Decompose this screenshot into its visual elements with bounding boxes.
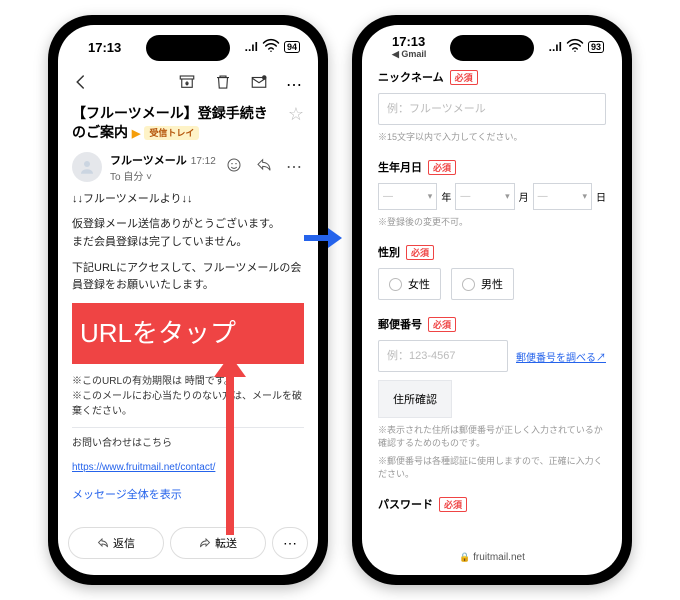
mark-unread-icon[interactable] bbox=[250, 73, 268, 96]
battery-icon: 94 bbox=[284, 41, 300, 53]
nickname-section: ニックネーム 必須 ※15文字以内で入力してください。 bbox=[378, 69, 606, 143]
more-icon-sender[interactable]: ⋯ bbox=[286, 157, 304, 178]
required-badge: 必須 bbox=[406, 245, 434, 260]
day-unit: 日 bbox=[596, 189, 606, 204]
address-confirm-button[interactable]: 住所確認 bbox=[378, 380, 452, 418]
year-unit: 年 bbox=[441, 189, 451, 204]
url-text: fruitmail.net bbox=[473, 552, 525, 563]
reply-label: 返信 bbox=[113, 535, 135, 551]
more-icon[interactable]: ⋯ bbox=[286, 75, 304, 95]
month-unit: 月 bbox=[519, 189, 529, 204]
sender-time: 17:12 bbox=[191, 156, 216, 167]
required-badge: 必須 bbox=[428, 160, 456, 175]
nickname-label: ニックネーム bbox=[378, 69, 444, 85]
sender-name: フルーツメール bbox=[110, 155, 187, 167]
radio-icon bbox=[462, 278, 475, 291]
status-time: 17:13 bbox=[392, 35, 425, 48]
forward-label: 転送 bbox=[215, 535, 237, 551]
divider bbox=[72, 427, 304, 428]
birth-day-select[interactable]: —▾ bbox=[533, 183, 592, 210]
nickname-hint: ※15文字以内で入力してください。 bbox=[378, 130, 606, 143]
reply-bar: 返信 転送 ⋯ bbox=[58, 521, 318, 565]
avatar[interactable] bbox=[72, 152, 102, 182]
contact-link[interactable]: https://www.fruitmail.net/contact/ bbox=[72, 462, 215, 473]
body-p3: 下記URLにアクセスして、フルーツメールの会員登録をお願いいたします。 bbox=[72, 260, 304, 295]
forward-button[interactable]: 転送 bbox=[170, 527, 266, 559]
trash-icon[interactable] bbox=[214, 73, 232, 96]
reply-icon[interactable] bbox=[256, 157, 272, 178]
notch bbox=[146, 35, 230, 61]
zip-hint1: ※表示された住所は郵便番号が正しく入力されているか確認するためのものです。 bbox=[378, 423, 606, 449]
wifi-icon bbox=[262, 37, 280, 58]
status-time: 17:13 bbox=[88, 40, 121, 55]
zip-hint2: ※郵便番号は各種認証に使用しますので、正確に入力ください。 bbox=[378, 454, 606, 480]
sender-row: フルーツメール 17:12 To 自分 ˅ ⋯ bbox=[58, 148, 318, 191]
birth-hint: ※登録後の変更不可。 bbox=[378, 215, 606, 228]
notch bbox=[450, 35, 534, 61]
gender-male-radio[interactable]: 男性 bbox=[451, 268, 514, 300]
archive-icon[interactable] bbox=[178, 73, 196, 96]
external-icon: ↗ bbox=[596, 353, 606, 364]
required-badge: 必須 bbox=[428, 317, 456, 332]
male-label: 男性 bbox=[481, 276, 503, 292]
zip-input[interactable] bbox=[378, 340, 508, 372]
nickname-input[interactable] bbox=[378, 93, 606, 125]
phone-right: 17:13 ◀ Gmail ..ıl 93 ニックネーム 必須 ※15文字以内で… bbox=[352, 15, 632, 585]
gmail-toolbar: ⋯ bbox=[58, 69, 318, 102]
sender-to[interactable]: To 自分 ˅ bbox=[110, 168, 218, 183]
gender-label: 性別 bbox=[378, 244, 400, 260]
wifi-icon bbox=[566, 37, 584, 58]
reply-button[interactable]: 返信 bbox=[68, 527, 164, 559]
battery-icon: 93 bbox=[588, 41, 604, 53]
birth-year-select[interactable]: —▾ bbox=[378, 183, 437, 210]
signal-icon: ..ıl bbox=[245, 40, 258, 54]
back-to-gmail[interactable]: ◀ Gmail bbox=[392, 50, 426, 59]
gender-female-radio[interactable]: 女性 bbox=[378, 268, 441, 300]
step-arrow-icon bbox=[304, 228, 342, 248]
female-label: 女性 bbox=[408, 276, 430, 292]
inbox-badge[interactable]: 受信トレイ bbox=[144, 126, 199, 140]
url-tap-highlight[interactable]: URLをタップ bbox=[72, 303, 304, 365]
back-icon[interactable] bbox=[72, 73, 90, 96]
more-actions-button[interactable]: ⋯ bbox=[272, 527, 308, 559]
password-section: パスワード 必須 bbox=[378, 496, 606, 512]
required-badge: 必須 bbox=[439, 497, 467, 512]
phone-left: 17:13 ..ıl 94 bbox=[48, 15, 328, 585]
note1: ※このURLの有効期限は 時間です。 bbox=[72, 376, 234, 387]
email-subject: 【フルーツメール】登録手続きのご案内 ▶受信トレイ bbox=[72, 104, 280, 142]
zip-lookup-link[interactable]: 郵便番号を調べる↗ bbox=[516, 349, 606, 364]
password-label: パスワード bbox=[378, 496, 433, 512]
radio-icon bbox=[389, 278, 402, 291]
contact-label: お問い合わせはこちら bbox=[72, 436, 304, 451]
zip-section: 郵便番号 必須 郵便番号を調べる↗ 住所確認 ※表示された住所は郵便番号が正しく… bbox=[378, 316, 606, 480]
phone-left-screen: 17:13 ..ıl 94 bbox=[58, 25, 318, 575]
show-all-link[interactable]: メッセージ全体を表示 bbox=[72, 487, 182, 505]
zip-label: 郵便番号 bbox=[378, 316, 422, 332]
body-p1: 仮登録メール送信ありがとうございます。 bbox=[72, 218, 280, 230]
signal-icon: ..ıl bbox=[549, 40, 562, 54]
star-icon[interactable]: ☆ bbox=[288, 104, 304, 125]
body-greeting: ↓↓フルーツメールより↓↓ bbox=[72, 191, 304, 209]
body-p2: まだ会員登録は完了していません。 bbox=[72, 236, 247, 248]
birth-label: 生年月日 bbox=[378, 159, 422, 175]
note2: ※このメールにお心当たりのない方は、メールを破棄ください。 bbox=[72, 391, 302, 417]
gender-section: 性別 必須 女性 男性 bbox=[378, 244, 606, 300]
birth-section: 生年月日 必須 —▾ 年 —▾ 月 —▾ 日 ※登録後の変更不可。 bbox=[378, 159, 606, 228]
browser-url-bar[interactable]: 🔒 fruitmail.net bbox=[372, 548, 612, 567]
registration-form: ニックネーム 必須 ※15文字以内で入力してください。 生年月日 必須 —▾ 年… bbox=[362, 69, 622, 512]
mail-body: ↓↓フルーツメールより↓↓ 仮登録メール送信ありがとうございます。まだ会員登録は… bbox=[58, 191, 318, 505]
smile-icon[interactable] bbox=[226, 157, 242, 178]
birth-month-select[interactable]: —▾ bbox=[455, 183, 514, 210]
phone-right-screen: 17:13 ◀ Gmail ..ıl 93 ニックネーム 必須 ※15文字以内で… bbox=[362, 25, 622, 575]
required-badge: 必須 bbox=[450, 70, 478, 85]
